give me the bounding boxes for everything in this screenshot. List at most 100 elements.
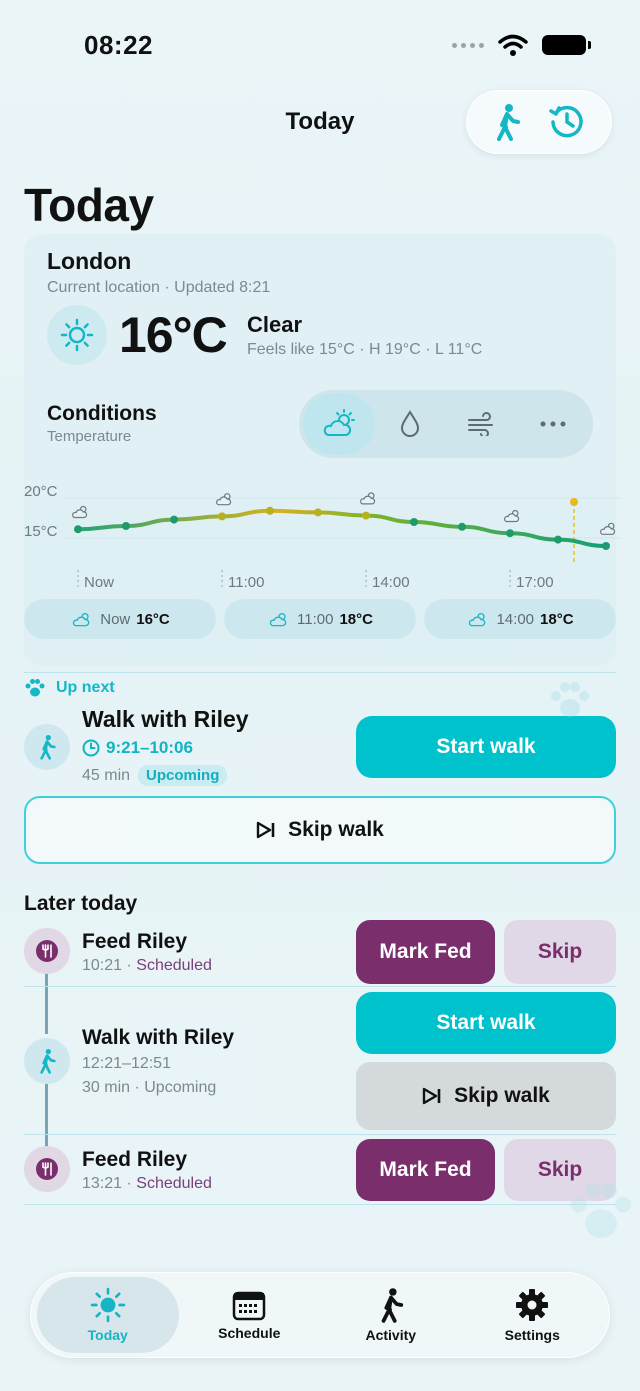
- signal-icon: [452, 42, 484, 48]
- walk-icon: [381, 1288, 403, 1323]
- data-point: [122, 522, 130, 530]
- mark-fed-button[interactable]: Mark Fed: [356, 1139, 495, 1201]
- status-badge: Upcoming: [138, 765, 228, 786]
- weather-details: Feels like 15°C · H 19°C · L 11°C: [247, 341, 483, 358]
- up-next-time-text: 9:21–10:06: [106, 738, 193, 757]
- temperature-chart: 20°C 15°C Now 11:00 14:00 17:00: [24, 483, 622, 591]
- divider: [24, 986, 616, 987]
- up-next-duration: 45 min Upcoming: [82, 765, 228, 786]
- partly-cloudy-icon: [73, 612, 90, 627]
- nav-actions: [466, 90, 612, 154]
- y-tick-label: 15°C: [24, 523, 58, 540]
- forecast-temp: 16°C: [136, 610, 170, 628]
- mark-fed-button[interactable]: Mark Fed: [356, 920, 495, 984]
- sun-icon: [90, 1287, 125, 1323]
- tab-label: Schedule: [218, 1325, 281, 1341]
- later-today-title: Later today: [24, 892, 138, 915]
- tab-schedule[interactable]: Schedule: [179, 1277, 321, 1353]
- partly-cloudy-icon: [269, 612, 287, 627]
- tab-bar: Today Schedule Activity Settings: [30, 1272, 610, 1358]
- up-next-header: Up next: [24, 678, 115, 698]
- tab-today[interactable]: Today: [37, 1277, 179, 1353]
- series-line: [76, 508, 608, 548]
- later-item-subtitle: 13:21 · Scheduled: [82, 1175, 212, 1193]
- divider: [24, 672, 616, 673]
- page-title: Today: [24, 179, 154, 231]
- later-item-title: Feed Riley: [82, 1148, 188, 1171]
- tab-activity[interactable]: Activity: [320, 1277, 462, 1353]
- ellipsis-icon: [540, 421, 566, 427]
- weather-condition: Clear: [247, 312, 303, 337]
- droplet-icon: [401, 410, 420, 437]
- more-metrics-button[interactable]: [518, 393, 590, 455]
- skip-walk-button[interactable]: Skip walk: [24, 796, 616, 864]
- data-point: [458, 522, 466, 531]
- forecast-chip[interactable]: 14:00 18°C: [424, 599, 616, 639]
- tab-label: Settings: [504, 1327, 560, 1343]
- temperature-metric-button[interactable]: [303, 393, 375, 455]
- x-tick-label: 14:00: [372, 574, 410, 591]
- divider: [24, 1134, 616, 1135]
- y-tick-label: 20°C: [24, 483, 58, 500]
- x-tick-label: 17:00: [516, 574, 554, 591]
- clock-icon: [82, 739, 100, 757]
- up-next-title: Walk with Riley: [82, 706, 249, 732]
- later-item-time: 13:21 ·: [82, 1175, 137, 1192]
- later-item-status: Scheduled: [136, 957, 212, 974]
- gear-icon: [516, 1289, 549, 1321]
- data-point: [506, 529, 514, 538]
- partly-cloudy-icon: [216, 493, 232, 506]
- forecast-time: 11:00: [297, 610, 334, 628]
- partly-cloudy-icon: [323, 409, 355, 436]
- later-item-extra: 30 min · Upcoming: [82, 1079, 217, 1096]
- skip-button[interactable]: Skip: [504, 920, 616, 984]
- data-point: [170, 515, 178, 524]
- data-point: [362, 511, 370, 520]
- cloud-shape: [72, 509, 88, 519]
- data-point: [266, 506, 274, 515]
- feed-icon: [24, 928, 70, 974]
- start-walk-button[interactable]: Start walk: [356, 716, 616, 778]
- up-next-time: 9:21–10:06: [82, 738, 193, 758]
- data-point: [218, 512, 226, 521]
- battery-icon: [542, 35, 591, 55]
- partly-cloudy-icon: [600, 522, 616, 535]
- later-item-time: 10:21 ·: [82, 957, 137, 974]
- status-icons: [452, 34, 591, 56]
- data-point: [74, 525, 82, 534]
- x-tick-label: Now: [84, 574, 114, 591]
- wind-icon: [467, 412, 493, 436]
- start-walk-button[interactable]: Start walk: [356, 992, 616, 1054]
- skip-icon: [422, 1087, 441, 1105]
- calendar-icon: [233, 1291, 266, 1321]
- skip-walk-button[interactable]: Skip walk: [356, 1062, 616, 1130]
- sun-icon: [47, 305, 107, 365]
- later-item-status: Scheduled: [136, 1175, 212, 1192]
- wind-metric-button[interactable]: [446, 393, 518, 455]
- walk-icon: [24, 1038, 70, 1084]
- data-point: [410, 518, 418, 526]
- cloud-shape: [600, 526, 616, 535]
- forecast-chip[interactable]: 11:00 18°C: [224, 599, 416, 639]
- conditions-title: Conditions: [47, 402, 157, 425]
- tab-settings[interactable]: Settings: [462, 1277, 604, 1353]
- wifi-icon: [498, 34, 528, 56]
- later-item-title: Walk with Riley: [82, 1026, 235, 1049]
- paw-decoration-icon: [570, 1182, 632, 1239]
- data-point: [602, 542, 610, 550]
- divider: [24, 1204, 616, 1205]
- history-icon[interactable]: [548, 103, 586, 141]
- timeline-line: [45, 972, 48, 1034]
- skip-icon: [256, 821, 275, 839]
- partly-cloudy-icon: [360, 492, 376, 505]
- paw-decoration-icon: [551, 682, 589, 717]
- conditions-subtitle: Temperature: [47, 428, 132, 445]
- x-tick-label: 11:00: [228, 574, 264, 591]
- later-item-time: 12:21–12:51: [82, 1055, 171, 1072]
- precipitation-metric-button[interactable]: [375, 393, 447, 455]
- forecast-chip[interactable]: Now 16°C: [24, 599, 216, 639]
- forecast-temp: 18°C: [540, 610, 574, 628]
- walk-icon[interactable]: [492, 103, 522, 141]
- duration-text: 45 min: [82, 766, 131, 784]
- cloud-shape: [504, 513, 520, 523]
